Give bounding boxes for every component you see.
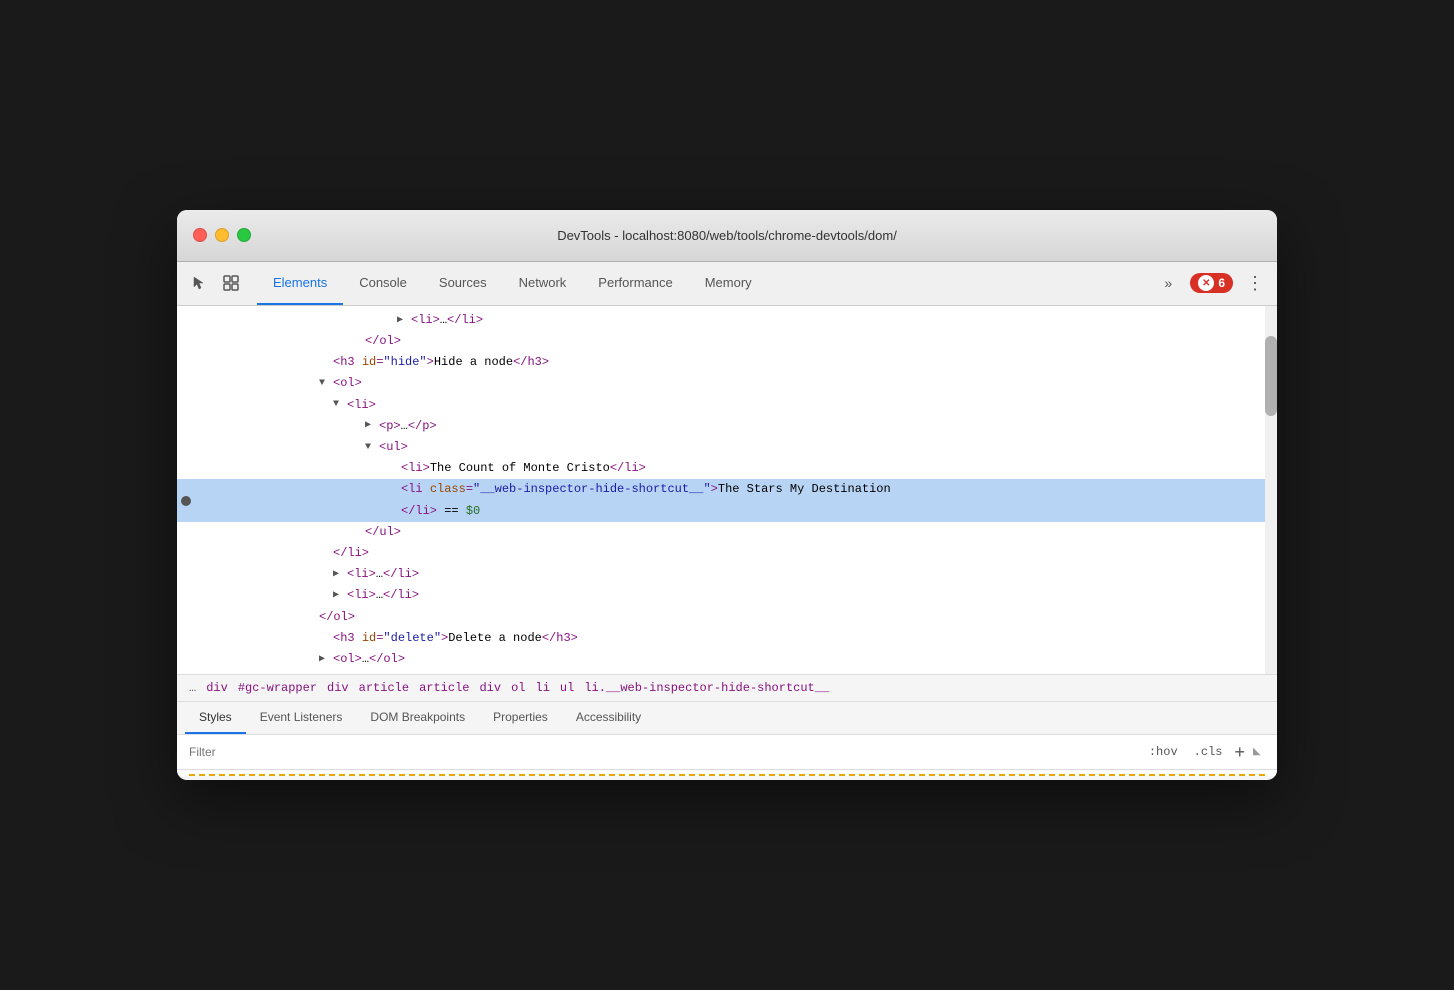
filter-input[interactable] — [189, 745, 1133, 759]
tab-properties[interactable]: Properties — [479, 702, 562, 734]
dom-line[interactable]: <li>…</li> — [177, 585, 1277, 606]
breadcrumb-item-gc-wrapper[interactable]: #gc-wrapper — [238, 681, 317, 695]
tab-dom-breakpoints[interactable]: DOM Breakpoints — [356, 702, 479, 734]
dom-line[interactable]: <li> — [177, 395, 1277, 416]
titlebar: DevTools - localhost:8080/web/tools/chro… — [177, 210, 1277, 262]
dom-line-selected[interactable]: <li class="__web-inspector-hide-shortcut… — [177, 479, 1277, 500]
tab-console[interactable]: Console — [343, 261, 423, 305]
dom-line[interactable]: <h3 id="hide">Hide a node</h3> — [177, 352, 1277, 373]
breadcrumb-ellipsis: … — [189, 681, 196, 695]
expand-icon[interactable] — [397, 313, 411, 329]
breadcrumb-item[interactable]: div — [206, 681, 228, 695]
dom-line[interactable]: <li>The Count of Monte Cristo</li> — [177, 458, 1277, 479]
tab-accessibility[interactable]: Accessibility — [562, 702, 655, 734]
dom-line[interactable]: <p>…</p> — [177, 416, 1277, 437]
resize-handle[interactable]: ◣ — [1253, 746, 1265, 758]
dom-line[interactable]: <ol>…</ol> — [177, 649, 1277, 670]
collapse-icon[interactable] — [333, 397, 347, 413]
more-tabs-button[interactable]: » — [1154, 269, 1182, 297]
collapse-icon[interactable] — [365, 440, 379, 456]
breadcrumb-item[interactable]: ol — [511, 681, 525, 695]
inspect-icon[interactable] — [217, 269, 245, 297]
breadcrumb-item[interactable]: article — [359, 681, 409, 695]
dom-line-close-selected[interactable]: </li> == $0 — [177, 501, 1277, 522]
error-count: 6 — [1218, 276, 1225, 290]
collapse-icon[interactable] — [319, 376, 333, 392]
error-icon: ✕ — [1198, 275, 1214, 291]
breadcrumb-item[interactable]: div — [327, 681, 349, 695]
minimize-button[interactable] — [215, 228, 229, 242]
tabs: Elements Console Sources Network Perform… — [257, 261, 1154, 305]
dom-line[interactable]: </ol> — [177, 607, 1277, 628]
bottom-panel: Styles Event Listeners DOM Breakpoints P… — [177, 702, 1277, 776]
add-style-button[interactable]: + — [1234, 743, 1245, 761]
expand-icon[interactable] — [333, 567, 347, 583]
breadcrumb-item[interactable]: div — [479, 681, 501, 695]
dom-line[interactable]: <h3 id="delete">Delete a node</h3> — [177, 628, 1277, 649]
dom-line[interactable]: </li> — [177, 543, 1277, 564]
tab-elements[interactable]: Elements — [257, 261, 343, 305]
close-button[interactable] — [193, 228, 207, 242]
hov-button[interactable]: :hov — [1145, 743, 1182, 761]
expand-icon[interactable] — [319, 652, 333, 668]
dom-content: <li>…</li> </ol> <h3 id="hide">Hide a no… — [177, 306, 1277, 674]
tab-memory[interactable]: Memory — [689, 261, 768, 305]
dom-panel: <li>…</li> </ol> <h3 id="hide">Hide a no… — [177, 306, 1277, 674]
dom-line[interactable]: </ol> — [177, 331, 1277, 352]
tab-event-listeners[interactable]: Event Listeners — [246, 702, 357, 734]
tab-performance[interactable]: Performance — [582, 261, 688, 305]
tabbar: Elements Console Sources Network Perform… — [177, 262, 1277, 306]
cls-button[interactable]: .cls — [1190, 743, 1227, 761]
settings-button[interactable]: ⋮ — [1241, 269, 1269, 297]
breadcrumb-item[interactable]: li — [536, 681, 550, 695]
maximize-button[interactable] — [237, 228, 251, 242]
tab-network[interactable]: Network — [503, 261, 583, 305]
tabbar-icons — [185, 269, 245, 297]
expand-icon[interactable] — [365, 418, 379, 434]
breadcrumb-item[interactable]: ul — [560, 681, 574, 695]
traffic-lights — [193, 228, 251, 242]
tab-sources[interactable]: Sources — [423, 261, 503, 305]
cursor-icon[interactable] — [185, 269, 213, 297]
scrollbar[interactable] — [1265, 306, 1277, 674]
breadcrumb-item[interactable]: article — [419, 681, 469, 695]
expand-icon[interactable] — [333, 588, 347, 604]
tabbar-right: » ✕ 6 ⋮ — [1154, 269, 1269, 297]
dom-line[interactable]: <ul> — [177, 437, 1277, 458]
filter-bar: :hov .cls + ◣ — [177, 735, 1277, 770]
filter-buttons: :hov .cls + ◣ — [1145, 743, 1265, 761]
window-title: DevTools - localhost:8080/web/tools/chro… — [557, 228, 897, 243]
dashed-border-indicator — [189, 774, 1265, 776]
breadcrumb-bar: … div #gc-wrapper div article article di… — [177, 674, 1277, 702]
dom-line[interactable]: <li>…</li> — [177, 310, 1277, 331]
error-badge[interactable]: ✕ 6 — [1190, 273, 1233, 293]
devtools-window: DevTools - localhost:8080/web/tools/chro… — [177, 210, 1277, 780]
dom-line-wrapper-selected: <li class="__web-inspector-hide-shortcut… — [177, 479, 1277, 521]
tab-styles[interactable]: Styles — [185, 702, 246, 734]
dom-line[interactable]: <li>…</li> — [177, 564, 1277, 585]
bottom-tabs: Styles Event Listeners DOM Breakpoints P… — [177, 702, 1277, 735]
scrollbar-thumb[interactable] — [1265, 336, 1277, 416]
dom-line[interactable]: <ol> — [177, 373, 1277, 394]
dom-line[interactable]: </ul> — [177, 522, 1277, 543]
breadcrumb-item-hide-shortcut[interactable]: li.__web-inspector-hide-shortcut__ — [584, 681, 829, 695]
